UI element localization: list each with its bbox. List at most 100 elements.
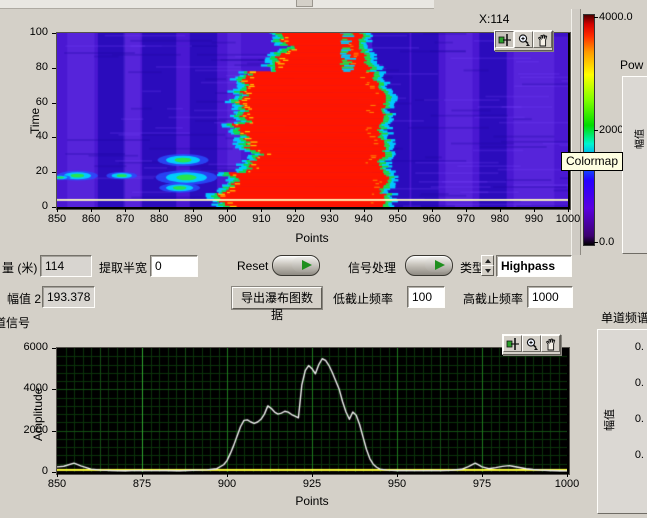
colorbar-tick-mark bbox=[594, 242, 598, 243]
cursor-tool-button[interactable] bbox=[503, 335, 522, 352]
axis-tick-mark bbox=[52, 172, 56, 173]
extracted-signal-plot[interactable] bbox=[57, 348, 567, 472]
axis-tick-mark bbox=[568, 208, 569, 212]
pan-tool-button[interactable] bbox=[541, 335, 560, 352]
spectrogram-graph-palette bbox=[494, 30, 553, 51]
high-cutoff-label: 高截止频率 bbox=[463, 290, 523, 307]
zoom-tool-icon bbox=[517, 33, 531, 47]
signal-processing-label: 信号处理 bbox=[348, 259, 396, 276]
cursor-readout: X:114 bbox=[479, 12, 509, 26]
x-tick-label: 990 bbox=[525, 213, 543, 225]
spectrogram-x-axis-label: Points bbox=[295, 231, 328, 245]
colorbar-tick-mark bbox=[594, 17, 598, 18]
axis-tick-mark bbox=[52, 68, 56, 69]
y-tick-label: 60 bbox=[18, 96, 48, 108]
signal-processing-toggle[interactable] bbox=[405, 255, 453, 276]
x-tick-label: 950 bbox=[388, 213, 406, 225]
half-width-input[interactable] bbox=[150, 255, 198, 277]
x-tick-label: 850 bbox=[48, 213, 66, 225]
axis-tick-mark bbox=[466, 208, 467, 212]
x-tick-label: 960 bbox=[423, 213, 441, 225]
filter-type-input[interactable] bbox=[496, 255, 572, 277]
y-tick-label: 4000 bbox=[18, 382, 48, 394]
spectrum-y-tick: 0. bbox=[620, 449, 644, 461]
x-tick-label: 900 bbox=[218, 478, 236, 490]
power-panel-axis-label: 幅值 bbox=[631, 129, 646, 149]
y-tick-label: 20 bbox=[18, 165, 48, 177]
colorbar-tick-mark bbox=[594, 130, 598, 131]
x-tick-label: 875 bbox=[133, 478, 151, 490]
spectrum-y-axis-label: 幅值 bbox=[601, 409, 617, 431]
y-tick-label: 0 bbox=[18, 200, 48, 212]
spectrum-y-tick: 0. bbox=[620, 377, 644, 389]
zoom-tool-button[interactable] bbox=[522, 335, 541, 352]
colorbar-tick-max: 4000.0 bbox=[599, 11, 633, 23]
x-tick-label: 860 bbox=[82, 213, 100, 225]
x-tick-label: 970 bbox=[457, 213, 475, 225]
axis-tick-mark bbox=[52, 33, 56, 34]
type-spinner-down-button[interactable] bbox=[481, 265, 494, 276]
waveform-x-axis-label: Points bbox=[295, 494, 328, 508]
axis-tick-mark bbox=[52, 103, 56, 104]
x-tick-label: 880 bbox=[150, 213, 168, 225]
axis-tick-mark bbox=[432, 208, 433, 212]
signal-processing-toggle-arrow-icon bbox=[435, 260, 445, 270]
axis-tick-mark bbox=[330, 208, 331, 212]
x-tick-label: 1000 bbox=[555, 478, 579, 490]
x-tick-label: 930 bbox=[320, 213, 338, 225]
cursor-tool-icon bbox=[506, 337, 520, 351]
x-tick-label: 920 bbox=[286, 213, 304, 225]
colormap-tooltip: Colormap bbox=[561, 152, 623, 171]
axis-tick-mark bbox=[227, 208, 228, 212]
pan-hand-icon bbox=[536, 33, 550, 47]
axis-tick-mark bbox=[159, 208, 160, 212]
zoom-tool-button[interactable] bbox=[514, 31, 533, 48]
axis-tick-mark bbox=[125, 208, 126, 212]
axis-tick-mark bbox=[52, 472, 56, 473]
axis-tick-mark bbox=[364, 208, 365, 212]
axis-tick-mark bbox=[52, 348, 56, 349]
axis-tick-mark bbox=[534, 208, 535, 212]
position-indicator: 114 bbox=[40, 255, 92, 277]
half-width-label: 提取半宽 bbox=[99, 259, 147, 276]
amplitude2-indicator: 193.378 bbox=[42, 286, 95, 308]
axis-tick-mark bbox=[57, 208, 58, 212]
y-tick-label: 100 bbox=[18, 26, 48, 38]
x-tick-label: 900 bbox=[218, 213, 236, 225]
spectrum-panel: 0. 0. 0. 0. 幅值 bbox=[597, 329, 647, 514]
axis-tick-mark bbox=[193, 208, 194, 212]
y-tick-label: 80 bbox=[18, 61, 48, 73]
pan-tool-button[interactable] bbox=[533, 31, 552, 48]
spectrum-y-tick: 0. bbox=[620, 413, 644, 425]
x-tick-label: 890 bbox=[184, 213, 202, 225]
y-tick-label: 2000 bbox=[18, 424, 48, 436]
reset-toggle-arrow-icon bbox=[302, 260, 312, 270]
reset-toggle[interactable] bbox=[272, 255, 320, 276]
axis-tick-mark bbox=[397, 473, 398, 477]
high-cutoff-input[interactable] bbox=[527, 286, 573, 308]
cursor-tool-button[interactable] bbox=[495, 31, 514, 48]
axis-tick-mark bbox=[227, 473, 228, 477]
low-cutoff-label: 低截止频率 bbox=[333, 290, 393, 307]
waterfall-spectrogram[interactable] bbox=[57, 33, 568, 207]
power-panel-title: Pow bbox=[620, 58, 643, 72]
waveform-plot-frame bbox=[56, 347, 570, 475]
labview-front-panel: X:114 Time Points bbox=[0, 0, 647, 518]
axis-tick-mark bbox=[482, 473, 483, 477]
y-tick-label: 0 bbox=[18, 465, 48, 477]
x-tick-label: 980 bbox=[491, 213, 509, 225]
axis-tick-mark bbox=[500, 208, 501, 212]
x-tick-label: 925 bbox=[303, 478, 321, 490]
chevron-up-icon bbox=[485, 259, 491, 263]
export-waterfall-data-button[interactable]: 导出瀑布图数据 bbox=[232, 287, 322, 309]
axis-tick-mark bbox=[261, 208, 262, 212]
amplitude2-label: 幅值 2 bbox=[7, 290, 41, 307]
axis-tick-mark bbox=[91, 208, 92, 212]
axis-tick-mark bbox=[52, 389, 56, 390]
type-spinner bbox=[481, 255, 494, 276]
x-tick-label: 940 bbox=[354, 213, 372, 225]
axis-tick-mark bbox=[142, 473, 143, 477]
power-panel: 幅值 bbox=[622, 76, 647, 254]
low-cutoff-input[interactable] bbox=[407, 286, 445, 308]
axis-tick-mark bbox=[567, 473, 568, 477]
